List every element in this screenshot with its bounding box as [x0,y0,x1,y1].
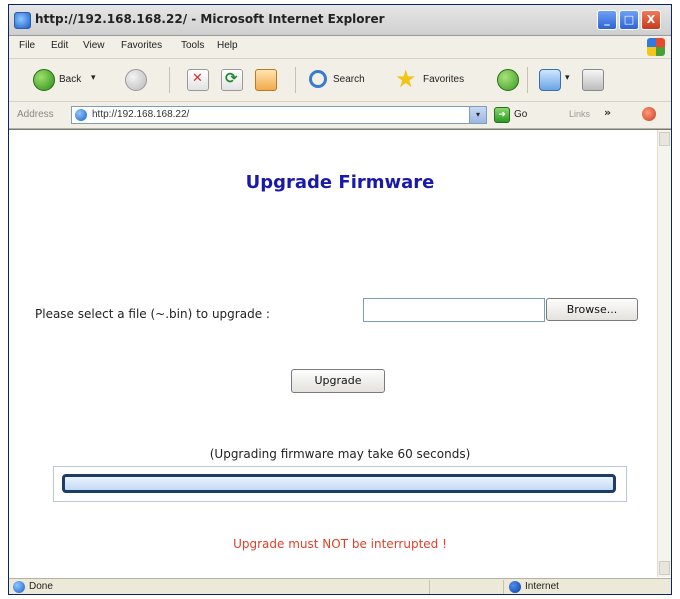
upgrade-button[interactable]: Upgrade [291,369,385,393]
favorites-star-icon[interactable]: ★ [395,67,417,91]
mail-dropdown-icon[interactable]: ▾ [565,73,570,83]
stop-icon[interactable] [187,69,209,91]
media-icon[interactable] [497,69,519,91]
page-content: Upgrade Firmware Please select a file (~… [9,129,671,578]
status-divider [503,580,504,594]
go-arrow-icon[interactable]: ➜ [494,107,510,123]
go-button[interactable]: Go [514,109,527,120]
page-title: Upgrade Firmware [245,172,435,193]
close-button[interactable]: X [641,10,661,30]
forward-arrow-icon[interactable] [125,69,147,91]
menu-bar: File Edit View Favorites Tools Help [9,36,671,59]
print-icon[interactable] [582,69,604,91]
links-label[interactable]: Links [569,109,590,119]
status-bar: Done Internet [9,578,671,594]
menu-favorites[interactable]: Favorites [121,40,162,51]
progress-frame [53,466,627,502]
favorites-label[interactable]: Favorites [423,74,464,85]
links-chevron-icon[interactable]: » [604,106,611,119]
internet-zone-icon [509,581,521,593]
back-arrow-icon[interactable] [33,69,55,91]
address-input[interactable]: http://192.168.168.22/ ▾ [71,106,487,124]
mail-icon[interactable] [539,69,561,91]
file-select-label: Please select a file (~.bin) to upgrade … [35,307,270,321]
toolbar-divider [295,67,296,93]
ie-page-icon [14,12,31,29]
toolbar-divider [527,67,528,93]
browse-button[interactable]: Browse... [546,298,638,321]
toolbar: Back ▾ Search ★ Favorites ▾ [9,59,671,102]
back-label[interactable]: Back [59,74,81,85]
search-label[interactable]: Search [333,74,365,85]
menu-help[interactable]: Help [217,40,238,51]
scroll-down-button[interactable] [659,561,670,575]
address-bar: Address http://192.168.168.22/ ▾ ➜ Go Li… [9,102,671,129]
interrupt-warning: Upgrade must NOT be interrupted ! [233,537,447,551]
menu-view[interactable]: View [83,40,105,51]
maximize-button[interactable]: □ [619,10,639,30]
windows-logo-icon [647,38,665,56]
refresh-icon[interactable] [221,69,243,91]
scroll-up-button[interactable] [659,132,670,146]
page-icon [75,109,87,121]
back-dropdown-icon[interactable]: ▾ [91,73,96,83]
address-url[interactable]: http://192.168.168.22/ [92,109,189,120]
upgrade-progress-bar [62,474,616,493]
title-bar[interactable]: http://192.168.168.22/ - Microsoft Inter… [9,5,671,36]
home-icon[interactable] [255,69,277,91]
upgrade-duration-note: (Upgrading firmware may take 60 seconds) [209,447,471,461]
page-status-icon [13,581,25,593]
toolbar-extension-icon[interactable] [642,107,656,121]
menu-file[interactable]: File [19,40,35,51]
vertical-scrollbar[interactable] [657,130,671,577]
window-title: http://192.168.168.22/ - Microsoft Inter… [35,12,385,26]
security-zone-label: Internet [525,581,559,592]
minimize-button[interactable]: _ [597,10,617,30]
menu-tools[interactable]: Tools [181,40,204,51]
toolbar-divider [169,67,170,93]
status-text: Done [29,581,53,592]
browser-window: http://192.168.168.22/ - Microsoft Inter… [8,4,672,595]
address-dropdown-icon[interactable]: ▾ [469,107,486,123]
menu-edit[interactable]: Edit [51,40,68,51]
status-divider [429,580,430,594]
search-icon[interactable] [309,70,327,88]
file-path-input[interactable] [363,298,545,322]
address-label: Address [17,109,54,120]
